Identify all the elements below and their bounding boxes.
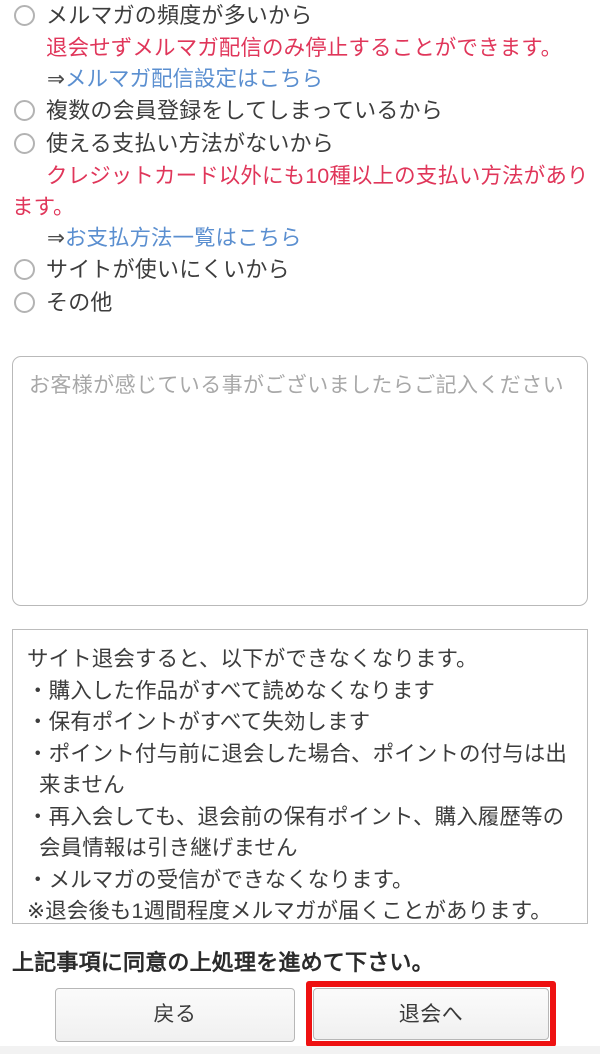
reason-label-site-hard-to-use: サイトが使いにくいから [46, 257, 290, 282]
reason-option-other[interactable]: その他 [0, 287, 600, 320]
withdrawal-form-page: メルマガの頻度が多いから 退会せずメルマガ配信のみ停止することができます。 ⇒メ… [0, 0, 600, 1054]
radio-button-other[interactable] [14, 292, 35, 313]
back-button[interactable]: 戻る [55, 988, 295, 1042]
notice-line: ・保有ポイントがすべて失効します [27, 710, 371, 734]
note-mailmagazine-red-text: 退会せずメルマガ配信のみ停止することができます。 [46, 36, 563, 60]
comment-textarea[interactable] [12, 356, 588, 606]
reason-label-other: その他 [46, 290, 113, 315]
reason-option-site-hard-to-use[interactable]: サイトが使いにくいから [0, 254, 600, 287]
radio-button-duplicate-account[interactable] [14, 100, 35, 121]
note-mailmagazine-link-row: ⇒メルマガ配信設定はこちら [0, 64, 600, 95]
payment-methods-list-link[interactable]: お支払方法一覧はこちら [65, 226, 302, 250]
notice-line: ・ポイント付与前に退会した場合、ポイントの付与は出来ません [27, 741, 568, 798]
notice-line: ※退会後も1週間程度メルマガが届くことがあります。 [27, 899, 552, 923]
notice-line: ・購入した作品がすべて読めなくなります [27, 678, 436, 703]
reason-option-mailmagazine-frequency[interactable]: メルマガの頻度が多いから [0, 0, 600, 33]
notice-line: ・メルマガの受信ができなくなります。 [27, 867, 414, 892]
radio-button-site-hard-to-use[interactable] [14, 259, 35, 280]
reason-label-no-payment-method: 使える支払い方法がないから [46, 131, 334, 156]
notice-line: ・再入会しても、退会前の保有ポイント、購入履歴等の会員情報は引き継げません [27, 804, 565, 861]
action-button-row: 戻る 退会へ [0, 981, 600, 1047]
withdraw-button[interactable]: 退会へ [313, 988, 549, 1040]
reason-label-duplicate-account: 複数の会員登録をしてしまっているから [46, 98, 443, 123]
note-payment-red-text: クレジットカード以外にも10種以上の支払い方法があります。 [12, 164, 589, 219]
radio-button-mailmagazine-frequency[interactable] [14, 5, 35, 26]
radio-button-no-payment-method[interactable] [14, 133, 35, 154]
note-payment-link-row: ⇒お支払方法一覧はこちら [0, 223, 600, 254]
agreement-text: 上記事項に同意の上処理を進めて下さい。 [12, 950, 434, 975]
bottom-strip [0, 1046, 600, 1054]
withdrawal-reason-list: メルマガの頻度が多いから 退会せずメルマガ配信のみ停止することができます。 ⇒メ… [0, 0, 600, 320]
withdrawal-notice-box: サイト退会すると、以下ができなくなります。 ・購入した作品がすべて読めなくなりま… [12, 629, 588, 924]
reason-option-no-payment-method[interactable]: 使える支払い方法がないから [0, 128, 600, 161]
reason-label-mailmagazine-frequency: メルマガの頻度が多いから [46, 3, 313, 28]
reason-option-duplicate-account[interactable]: 複数の会員登録をしてしまっているから [0, 95, 600, 128]
arrow-icon-payment: ⇒ [47, 226, 66, 250]
arrow-icon-mailmagazine: ⇒ [47, 67, 66, 91]
mailmagazine-settings-link[interactable]: メルマガ配信設定はこちら [65, 67, 323, 91]
notice-line: サイト退会すると、以下ができなくなります。 [27, 647, 478, 671]
